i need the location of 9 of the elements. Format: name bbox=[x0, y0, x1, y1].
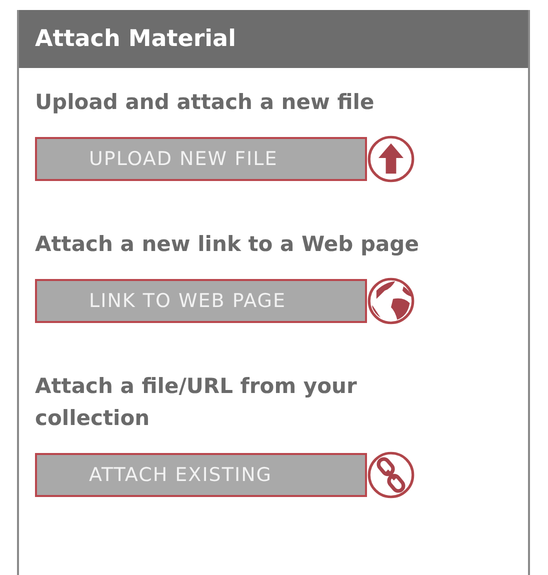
section-heading: Upload and attach a new file bbox=[35, 89, 376, 116]
action-button[interactable]: UPLOAD NEW FILE bbox=[35, 137, 367, 181]
section-heading: Attach a new link to a Web page bbox=[35, 231, 420, 258]
action-button[interactable]: LINK TO WEB PAGE bbox=[35, 279, 367, 323]
globe-icon bbox=[366, 276, 416, 326]
chain-link-icon bbox=[366, 450, 416, 500]
section-heading: Attach a file/URL from your collection bbox=[35, 373, 358, 432]
panel-title: Attach Material bbox=[35, 26, 236, 52]
action-button[interactable]: ATTACH EXISTING bbox=[35, 453, 367, 497]
